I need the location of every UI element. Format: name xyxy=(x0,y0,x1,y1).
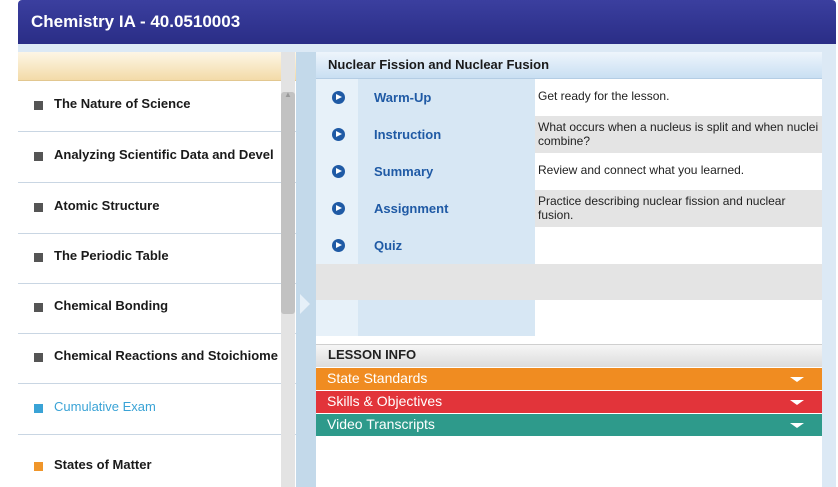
chevron-down-icon[interactable] xyxy=(790,377,804,382)
title-bar: Chemistry IA - 40.0510003 xyxy=(18,0,836,44)
unit-item[interactable]: Analyzing Scientific Data and Devel xyxy=(18,132,300,183)
unit-item[interactable]: States of Matter xyxy=(18,442,300,487)
step-name[interactable]: Assignment xyxy=(374,201,448,216)
unit-label: States of Matter xyxy=(54,457,152,472)
unit-item-active[interactable]: Cumulative Exam xyxy=(18,384,300,435)
scrollbar-thumb[interactable] xyxy=(281,92,295,314)
step-summary[interactable]: Summary Review and connect what you lear… xyxy=(316,153,822,190)
bar-label: Video Transcripts xyxy=(327,416,435,432)
unit-bullet-icon xyxy=(34,203,43,212)
step-name[interactable]: Summary xyxy=(374,164,433,179)
empty-row xyxy=(316,300,822,336)
panel-divider[interactable] xyxy=(296,52,316,487)
course-title: Chemistry IA - 40.0510003 xyxy=(31,12,241,31)
unit-bullet-icon xyxy=(34,353,43,362)
unit-bullet-icon xyxy=(34,404,43,413)
step-name[interactable]: Warm-Up xyxy=(374,90,431,105)
scroll-up-icon[interactable]: ▲ xyxy=(284,90,292,99)
chevron-down-icon[interactable] xyxy=(790,400,804,405)
unit-bullet-icon xyxy=(34,101,43,110)
unit-label: Cumulative Exam xyxy=(54,399,156,414)
sidebar-header xyxy=(18,52,300,81)
unit-sidebar: The Nature of Science Analyzing Scientif… xyxy=(18,52,300,487)
state-standards-bar[interactable]: State Standards xyxy=(316,368,822,390)
skills-objectives-bar[interactable]: Skills & Objectives xyxy=(316,391,822,413)
chevron-right-icon[interactable] xyxy=(300,294,310,314)
unit-item[interactable]: Atomic Structure xyxy=(18,183,300,234)
bar-label: Skills & Objectives xyxy=(327,393,443,409)
step-description: Get ready for the lesson. xyxy=(538,89,670,103)
step-assignment[interactable]: Assignment Practice describing nuclear f… xyxy=(316,190,822,227)
unit-bullet-icon xyxy=(34,253,43,262)
lesson-header: Nuclear Fission and Nuclear Fusion xyxy=(316,52,822,79)
play-circle-icon[interactable] xyxy=(332,202,345,215)
lesson-info-header: LESSON INFO xyxy=(316,344,822,367)
unit-item[interactable]: Chemical Reactions and Stoichiome xyxy=(18,333,300,384)
play-circle-icon[interactable] xyxy=(332,239,345,252)
unit-label: The Periodic Table xyxy=(54,248,169,263)
unit-label: Atomic Structure xyxy=(54,198,160,213)
step-name[interactable]: Instruction xyxy=(374,127,441,142)
step-instruction[interactable]: Instruction What occurs when a nucleus i… xyxy=(316,116,822,153)
unit-bullet-icon xyxy=(34,462,43,471)
unit-label: Chemical Bonding xyxy=(54,298,169,313)
lesson-title: Nuclear Fission and Nuclear Fusion xyxy=(328,57,550,72)
step-quiz[interactable]: Quiz xyxy=(316,227,822,264)
step-description: Review and connect what you learned. xyxy=(538,163,745,177)
unit-bullet-icon xyxy=(34,152,43,161)
step-name[interactable]: Quiz xyxy=(374,238,402,253)
step-description: What occurs when a nucleus is split and … xyxy=(538,120,819,148)
video-transcripts-bar[interactable]: Video Transcripts xyxy=(316,414,822,436)
unit-label: The Nature of Science xyxy=(54,96,191,111)
empty-row xyxy=(316,264,822,300)
unit-item[interactable]: Chemical Bonding xyxy=(18,283,300,334)
play-circle-icon[interactable] xyxy=(332,165,345,178)
unit-bullet-icon xyxy=(34,303,43,312)
bar-label: State Standards xyxy=(327,370,428,386)
unit-label: Analyzing Scientific Data and Devel xyxy=(54,147,274,162)
lesson-panel: Nuclear Fission and Nuclear Fusion Warm-… xyxy=(316,52,822,487)
step-warm-up[interactable]: Warm-Up Get ready for the lesson. xyxy=(316,79,822,116)
lesson-info-heading: LESSON INFO xyxy=(328,347,417,362)
unit-item[interactable]: The Nature of Science xyxy=(18,81,300,132)
unit-item[interactable]: The Periodic Table xyxy=(18,233,300,284)
chevron-down-icon[interactable] xyxy=(790,423,804,428)
step-description: Practice describing nuclear fission and … xyxy=(538,194,786,222)
unit-label: Chemical Reactions and Stoichiome xyxy=(54,348,278,363)
play-circle-icon[interactable] xyxy=(332,91,345,104)
play-circle-icon[interactable] xyxy=(332,128,345,141)
